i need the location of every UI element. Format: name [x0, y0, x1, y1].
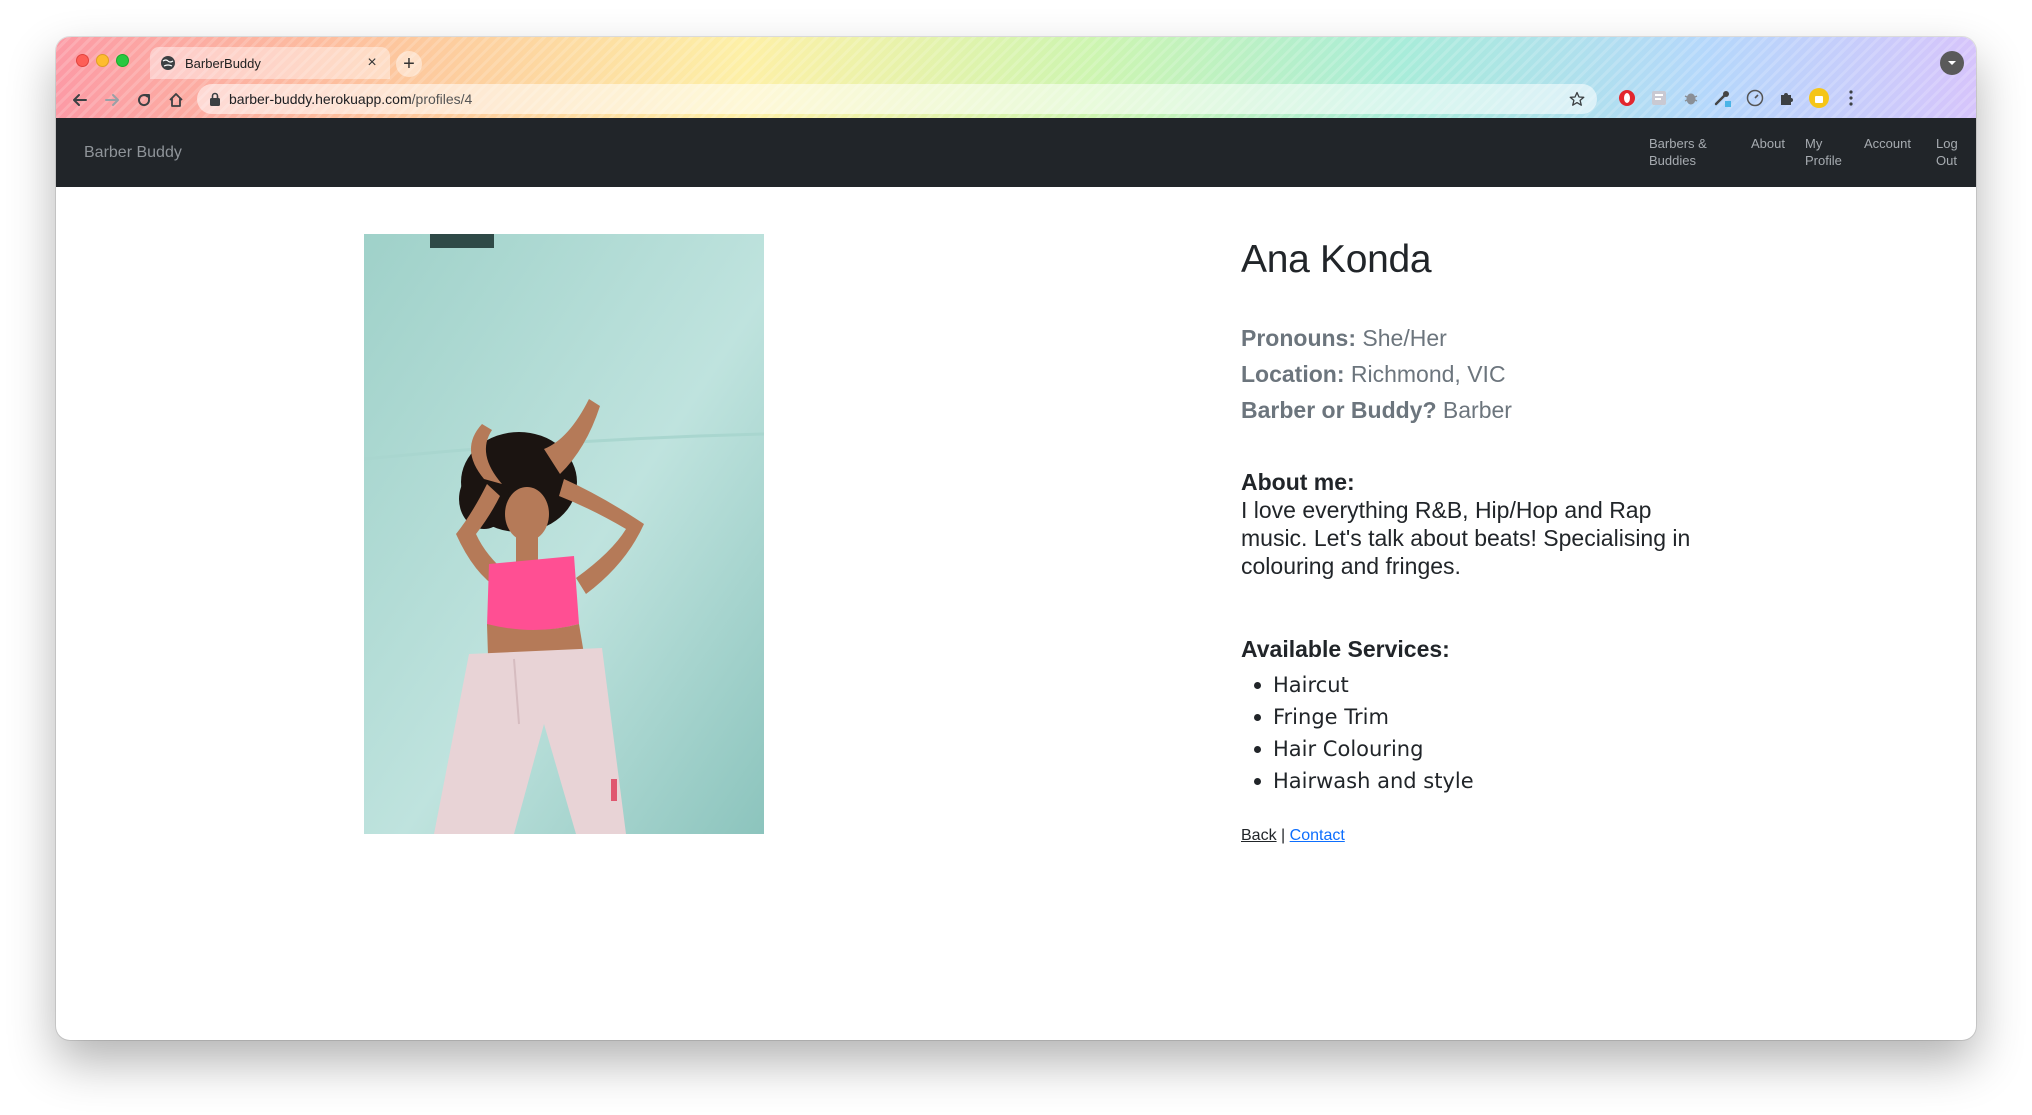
- location-label: Location:: [1241, 361, 1345, 387]
- bookmark-star-icon[interactable]: [1569, 91, 1585, 107]
- service-item: Haircut: [1241, 669, 1701, 701]
- profile-facts: Pronouns: She/Her Location: Richmond, VI…: [1241, 320, 1701, 428]
- speedometer-extension-icon[interactable]: [1744, 87, 1766, 109]
- puzzle-extensions-icon[interactable]: [1776, 87, 1798, 109]
- tab-title: BarberBuddy: [185, 55, 261, 71]
- profile-info: Ana Konda Pronouns: She/Her Location: Ri…: [1241, 234, 1701, 845]
- browser-tab[interactable]: BarberBuddy ×: [150, 47, 390, 79]
- back-link[interactable]: Back: [1241, 827, 1277, 844]
- location-row: Location: Richmond, VIC: [1241, 356, 1701, 392]
- about-label: About me:: [1241, 469, 1355, 495]
- close-window-button[interactable]: [76, 54, 89, 67]
- back-arrow-icon[interactable]: [64, 84, 96, 116]
- profile-links: Back | Contact: [1241, 827, 1701, 845]
- extensions-row: [1616, 87, 1872, 109]
- pronouns-value: She/Her: [1362, 325, 1447, 351]
- globe-icon: [160, 55, 176, 71]
- url-path: /profiles/4: [411, 91, 473, 107]
- new-tab-button[interactable]: +: [396, 51, 422, 77]
- reader-extension-icon[interactable]: [1648, 87, 1670, 109]
- services-list: Haircut Fringe Trim Hair Colouring Hairw…: [1241, 669, 1701, 797]
- service-item: Hair Colouring: [1241, 733, 1701, 765]
- address-bar[interactable]: barber-buddy.herokuapp.com/profiles/4: [197, 84, 1597, 114]
- about-text: I love everything R&B, Hip/Hop and Rap m…: [1241, 497, 1691, 579]
- minimize-window-button[interactable]: [96, 54, 109, 67]
- url-text: barber-buddy.herokuapp.com/profiles/4: [229, 91, 1569, 107]
- nav-link-account[interactable]: Account: [1864, 135, 1911, 152]
- opera-extension-icon[interactable]: [1616, 87, 1638, 109]
- bug-extension-icon[interactable]: [1680, 87, 1702, 109]
- pronouns-label: Pronouns:: [1241, 325, 1356, 351]
- location-value: Richmond, VIC: [1350, 361, 1506, 387]
- site-navbar: Barber Buddy Barbers & Buddies About My …: [56, 118, 1976, 187]
- maximize-window-button[interactable]: [116, 54, 129, 67]
- pronouns-row: Pronouns: She/Her: [1241, 320, 1701, 356]
- nav-link-log-out[interactable]: Log Out: [1936, 135, 1966, 169]
- services-label: Available Services:: [1241, 636, 1450, 662]
- service-item: Hairwash and style: [1241, 765, 1701, 797]
- tab-search-icon[interactable]: [1940, 51, 1964, 75]
- role-label: Barber or Buddy?: [1241, 397, 1437, 423]
- navbar-brand[interactable]: Barber Buddy: [84, 144, 182, 162]
- eyedropper-extension-icon[interactable]: [1712, 87, 1734, 109]
- role-row: Barber or Buddy? Barber: [1241, 392, 1701, 428]
- browser-window: BarberBuddy × + barber-buddy.herokuapp.c…: [56, 37, 1976, 1040]
- home-icon[interactable]: [160, 84, 192, 116]
- nav-link-my-profile[interactable]: My Profile: [1805, 135, 1849, 169]
- kebab-menu-icon[interactable]: [1840, 87, 1862, 109]
- browser-toolbar: barber-buddy.herokuapp.com/profiles/4: [56, 81, 1976, 118]
- role-value: Barber: [1442, 397, 1512, 423]
- link-separator: |: [1281, 827, 1286, 844]
- tab-close-icon[interactable]: ×: [364, 55, 380, 71]
- nav-link-barbers-buddies[interactable]: Barbers & Buddies: [1649, 135, 1721, 169]
- lock-icon: [209, 92, 221, 106]
- nav-link-about[interactable]: About: [1751, 135, 1785, 152]
- service-item: Fringe Trim: [1241, 701, 1701, 733]
- about-section: About me: I love everything R&B, Hip/Hop…: [1241, 468, 1701, 580]
- contact-link[interactable]: Contact: [1290, 827, 1345, 844]
- profile-name: Ana Konda: [1241, 238, 1432, 281]
- forward-arrow-icon[interactable]: [96, 84, 128, 116]
- profile-photo: [364, 234, 764, 834]
- reload-icon[interactable]: [128, 84, 160, 116]
- url-host: barber-buddy.herokuapp.com: [229, 91, 412, 107]
- profile-avatar-icon[interactable]: [1808, 87, 1830, 109]
